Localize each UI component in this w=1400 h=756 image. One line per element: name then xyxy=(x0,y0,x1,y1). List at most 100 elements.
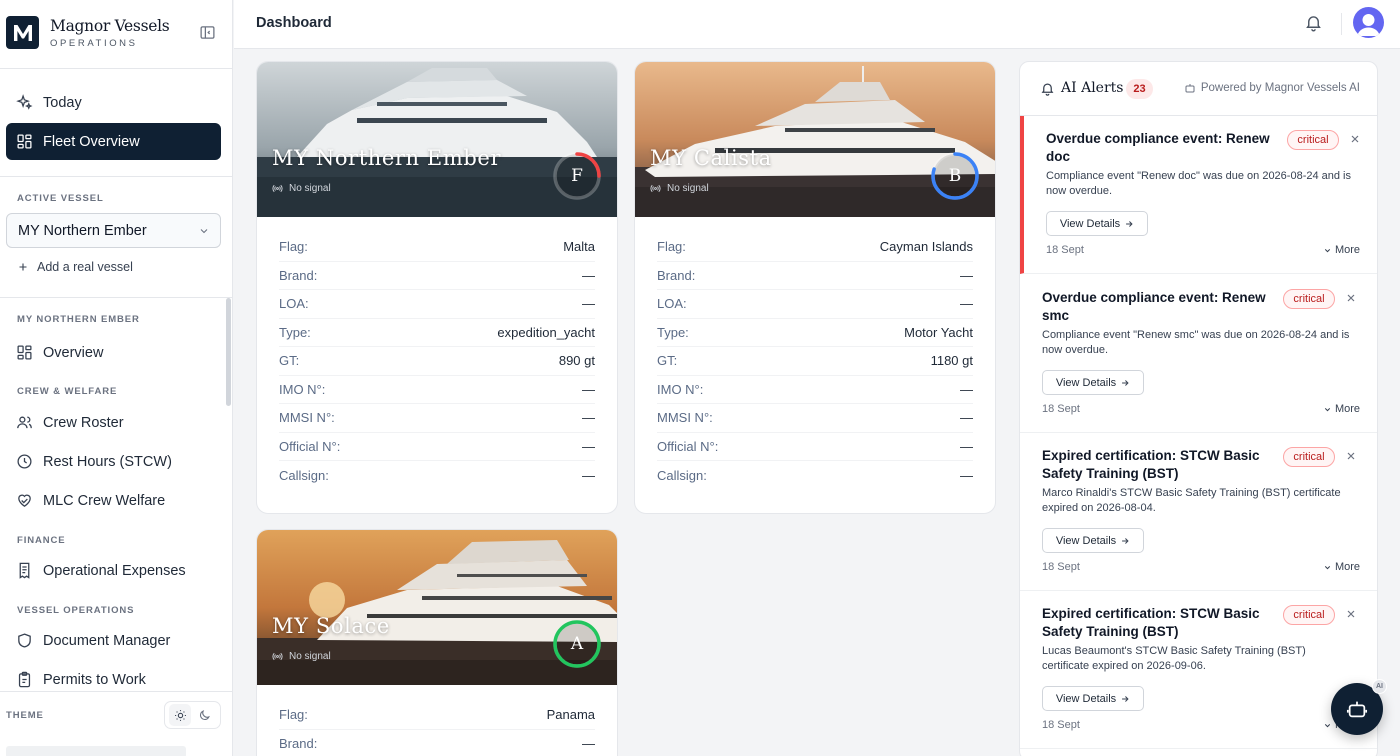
vessel-details: Flag: Cayman Islands Brand: — LOA: — Type: M… xyxy=(635,217,995,490)
detail-official: Official N°: — xyxy=(657,433,973,461)
signal-label: No signal xyxy=(289,651,331,662)
nav-fleet-overview[interactable]: Fleet Overview xyxy=(6,123,221,160)
chevron-down-icon xyxy=(1324,248,1331,252)
field-label: Flag: xyxy=(657,239,686,255)
compliance-grade: A xyxy=(551,618,603,670)
vessel-card[interactable]: MY Calista No signal B Flag: Cayman Islan… xyxy=(634,61,996,514)
shield-icon xyxy=(18,633,31,648)
view-details-button[interactable]: View Details xyxy=(1046,211,1148,236)
signal-label: No signal xyxy=(289,183,331,194)
alert-title: Overdue compliance event: Renew smc xyxy=(1042,290,1266,323)
chevron-down-icon xyxy=(1324,723,1331,727)
nav-rest-hours[interactable]: Rest Hours (STCW) xyxy=(6,443,221,480)
field-label: Flag: xyxy=(279,707,308,723)
field-value: — xyxy=(960,438,973,454)
field-value: Panama xyxy=(546,707,595,723)
field-value: expedition_yacht xyxy=(497,324,595,340)
field-value: — xyxy=(960,296,973,312)
nav-label: Crew Roster xyxy=(43,414,124,431)
dismiss-alert-button[interactable] xyxy=(1349,133,1361,145)
vessel-hero: MY Calista No signal B xyxy=(635,62,995,217)
vessel-details: Flag: Panama Brand: — xyxy=(257,685,617,756)
arrow-right-icon xyxy=(1126,220,1133,227)
user-footer[interactable] xyxy=(6,746,186,756)
button-label: View Details xyxy=(1055,534,1117,547)
grade-letter: A xyxy=(570,634,584,654)
nav-overview[interactable]: Overview xyxy=(6,334,221,371)
alert-date: 18 Sept xyxy=(1042,403,1080,415)
bell-icon xyxy=(1041,83,1054,96)
detail-imo: IMO N°: — xyxy=(657,376,973,404)
nav-today[interactable]: Today xyxy=(6,84,221,121)
alert-item: Overdue compliance event: Renew smc Comp… xyxy=(1020,275,1377,433)
field-value: Motor Yacht xyxy=(904,324,973,340)
detail-brand: Brand: — xyxy=(279,262,595,290)
more-label: More xyxy=(1334,561,1360,573)
field-value: — xyxy=(582,736,595,752)
alert-item: Expired certification: STCW Basic Safety… xyxy=(1020,433,1377,591)
signal-status: No signal xyxy=(272,183,331,194)
brand[interactable]: Magnor Vessels OPERATIONS xyxy=(6,16,170,49)
vessel-card[interactable]: MY Solace No signal A Flag: Panama Brand:… xyxy=(256,529,618,756)
severity-badge: critical xyxy=(1283,447,1335,467)
section-crew-welfare: CREW & WELFARE xyxy=(17,386,118,397)
field-label: IMO N°: xyxy=(657,381,704,397)
avatar[interactable] xyxy=(1353,7,1384,38)
add-vessel-link[interactable]: Add a real vessel xyxy=(17,260,133,274)
page-title: Dashboard xyxy=(256,15,332,31)
vessel-card[interactable]: MY Northern Ember No signal F Flag: Malta… xyxy=(256,61,618,514)
field-value: Malta xyxy=(563,239,595,255)
chevron-down-icon xyxy=(1324,565,1331,569)
nav-operational-expenses[interactable]: Operational Expenses xyxy=(6,552,221,589)
nav-mlc-welfare[interactable]: MLC Crew Welfare xyxy=(6,482,221,519)
theme-toggle[interactable] xyxy=(164,701,221,729)
nav-document-manager[interactable]: Document Manager xyxy=(6,622,221,659)
collapse-sidebar-button[interactable] xyxy=(199,24,216,41)
signal-icon xyxy=(272,184,283,193)
active-vessel-select[interactable]: MY Northern Ember xyxy=(6,213,221,248)
nav-label: MLC Crew Welfare xyxy=(43,492,166,509)
nav-crew-roster[interactable]: Crew Roster xyxy=(6,404,221,441)
bot-icon xyxy=(1346,701,1368,718)
detail-callsign: Callsign: — xyxy=(279,461,595,490)
field-label: Type: xyxy=(279,324,311,340)
more-button[interactable]: More xyxy=(1323,561,1360,573)
powered-by-label: Powered by Magnor Vessels AI xyxy=(1200,82,1360,94)
dismiss-alert-button[interactable] xyxy=(1345,450,1357,462)
field-value: — xyxy=(582,267,595,283)
receipt-icon xyxy=(19,562,30,579)
notifications-button[interactable] xyxy=(1304,13,1323,32)
section-active-vessel: ACTIVE VESSEL xyxy=(17,193,104,204)
detail-type: Type: Motor Yacht xyxy=(657,319,973,347)
field-value: — xyxy=(582,381,595,397)
alert-description: Compliance event "Renew doc" was due on … xyxy=(1046,170,1351,197)
divider xyxy=(0,68,232,69)
detail-gt: GT: 1180 gt xyxy=(657,347,973,376)
sidebar-scrollbar[interactable] xyxy=(226,298,231,406)
close-icon xyxy=(1347,452,1355,460)
section-vessel: MY NORTHERN EMBER xyxy=(17,314,140,325)
detail-official: Official N°: — xyxy=(279,433,595,461)
view-details-button[interactable]: View Details xyxy=(1042,686,1144,711)
view-details-button[interactable]: View Details xyxy=(1042,370,1144,395)
alert-item: Overdue compliance event: Renew doc Comp… xyxy=(1020,116,1377,274)
theme-switcher: THEME xyxy=(0,691,232,737)
field-label: Brand: xyxy=(657,267,696,283)
field-label: Official N°: xyxy=(279,438,341,454)
dark-theme-button[interactable] xyxy=(194,704,216,726)
dismiss-alert-button[interactable] xyxy=(1345,292,1357,304)
dismiss-alert-button[interactable] xyxy=(1345,608,1357,620)
field-value: Cayman Islands xyxy=(879,239,973,255)
nav-label: Document Manager xyxy=(43,632,171,649)
field-value: — xyxy=(960,267,973,283)
field-label: Callsign: xyxy=(279,467,329,483)
logo-icon xyxy=(6,16,39,49)
light-theme-button[interactable] xyxy=(169,704,192,726)
more-button[interactable]: More xyxy=(1323,403,1360,415)
alert-date: 18 Sept xyxy=(1042,719,1080,731)
brand-name: Magnor Vessels xyxy=(50,16,170,35)
view-details-button[interactable]: View Details xyxy=(1042,528,1144,553)
more-button[interactable]: More xyxy=(1323,244,1360,256)
nav-label: Today xyxy=(43,94,82,111)
divider xyxy=(1341,13,1342,35)
